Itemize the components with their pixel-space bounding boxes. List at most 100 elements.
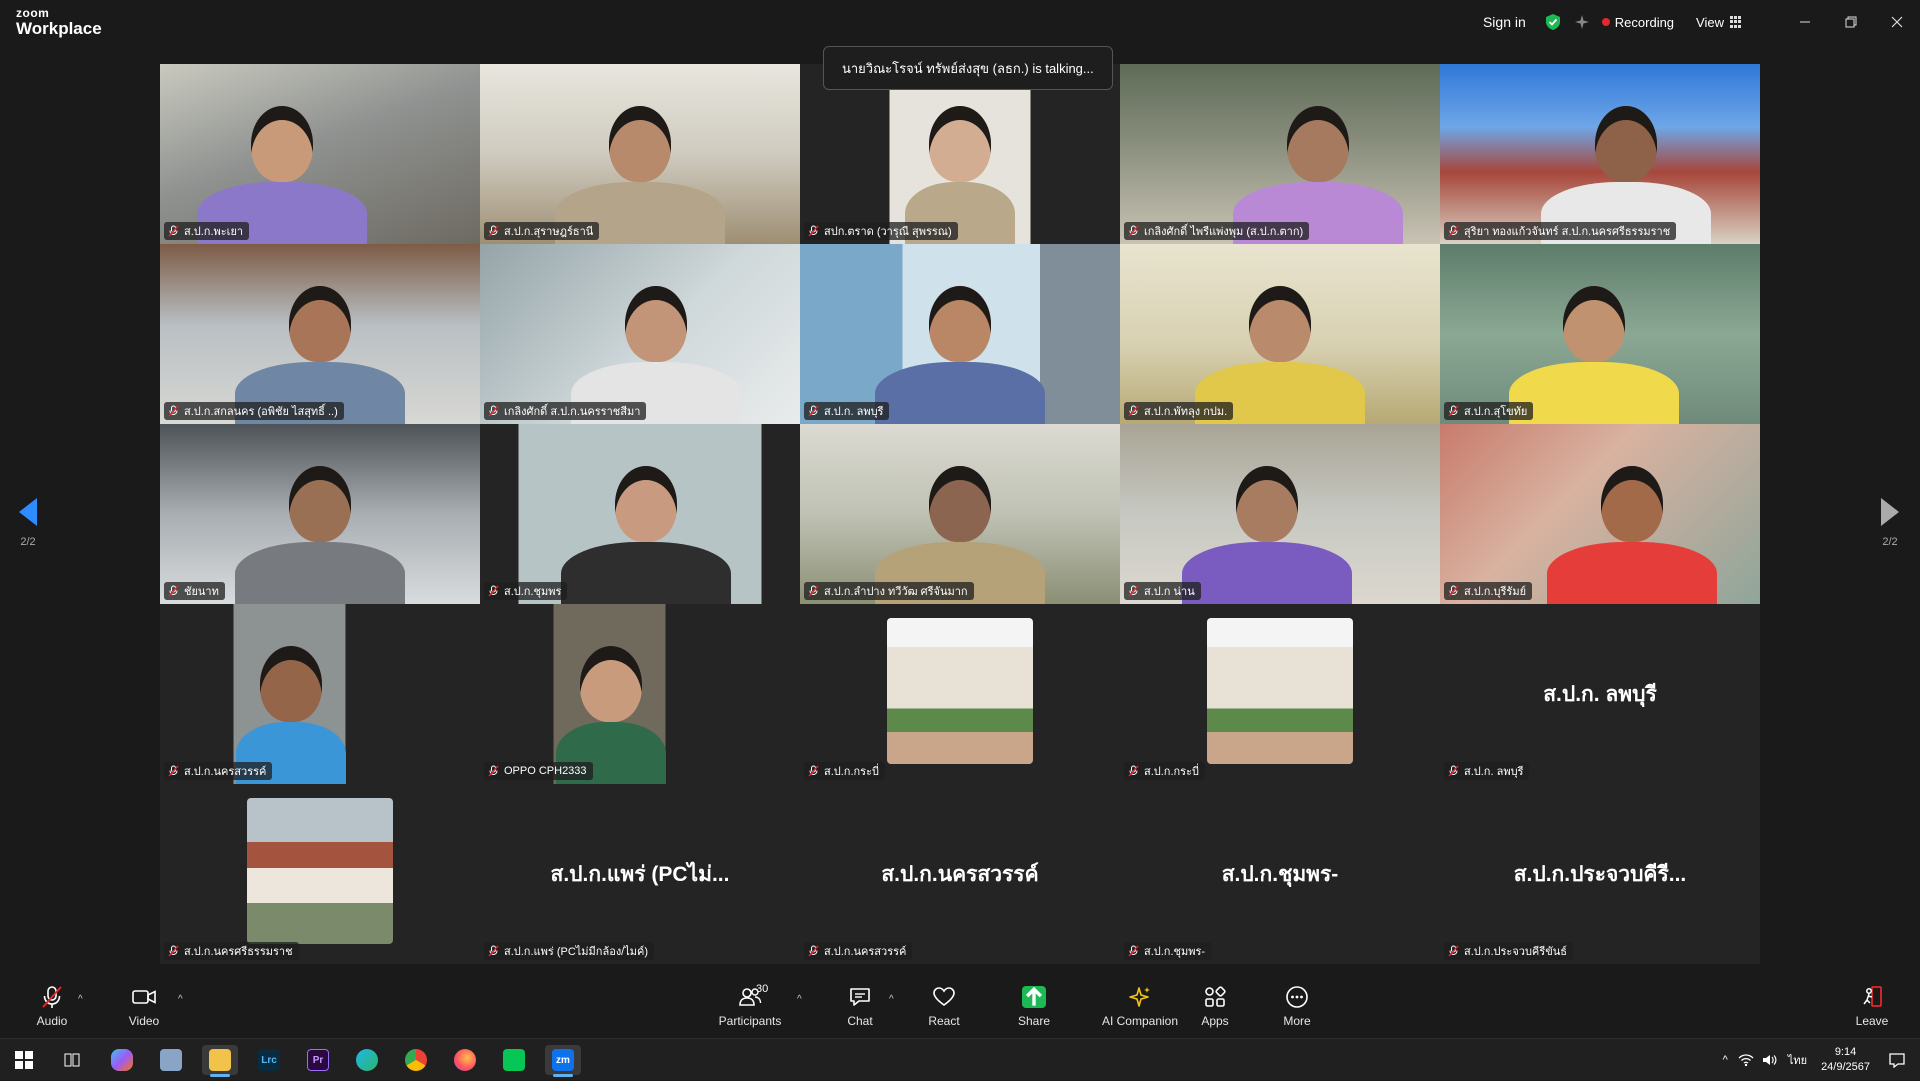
participant-body (561, 542, 732, 604)
view-button[interactable]: View (1696, 15, 1742, 30)
participant-tile[interactable]: ส.ป.ก.แพร่ (PCไม่... ส.ป.ก.แพร่ (PCไม่มีก… (480, 784, 800, 964)
participant-nameplate: ส.ป.ก.ชุมพร- (1124, 942, 1212, 960)
participant-nameplate: ส.ป.ก.นครสวรรค์ (164, 762, 273, 780)
meeting-toolbar: Audio ^ Video ^ 30 Participants ^ Chat ^ (0, 980, 1920, 1038)
input-language[interactable]: ไทย (1788, 1051, 1807, 1069)
chat-button[interactable]: Chat (820, 984, 900, 1036)
taskbar-clock[interactable]: 9:14 24/9/2567 (1821, 1045, 1870, 1075)
mic-muted-icon (1128, 225, 1139, 237)
participant-tile[interactable]: OPPO CPH2333 (480, 604, 800, 784)
video-options-caret[interactable]: ^ (178, 994, 183, 1005)
participant-face (1594, 106, 1657, 182)
participants-button[interactable]: 30 Participants (710, 983, 790, 1036)
participant-face (1287, 106, 1350, 182)
participant-video (480, 604, 800, 784)
close-window-button[interactable] (1874, 0, 1920, 44)
wifi-icon[interactable] (1738, 1053, 1754, 1067)
participant-tile[interactable]: เกลิงศักดิ์ ส.ป.ก.นครราชสีมา (480, 244, 800, 424)
taskbar-chrome[interactable] (398, 1045, 434, 1075)
taskbar-lightroom[interactable]: Lrc (251, 1045, 287, 1075)
taskbar-premiere[interactable]: Pr (300, 1045, 336, 1075)
mic-muted-icon (1128, 765, 1139, 777)
participant-tile[interactable]: ส.ป.ก.กระบี่ (1120, 604, 1440, 784)
participant-tile[interactable]: ส.ป.ก.ลำปาง ทวีวัฒ ศรีจันมาก (800, 424, 1120, 604)
share-screen-icon (1022, 986, 1046, 1008)
participant-name: ส.ป.ก.กระบี่ (824, 766, 879, 778)
photos-app-icon (160, 1049, 182, 1071)
line-app-icon (503, 1049, 525, 1071)
participant-nameplate: ส.ป.ก.สกลนคร (อพิชัย ไสสุทธิ์ ..) (164, 402, 344, 420)
windows-start-button[interactable] (6, 1045, 42, 1075)
participant-video (1440, 424, 1760, 604)
participant-tile[interactable]: ส.ป.ก.สุราษฎร์ธานี (480, 64, 800, 244)
show-hidden-icons-chevron[interactable]: ^ (1723, 1054, 1728, 1066)
taskbar-firefox[interactable] (447, 1045, 483, 1075)
share-label: Share (1017, 1014, 1051, 1028)
participant-display-name: ส.ป.ก.ชุมพร- (1221, 862, 1339, 886)
participant-tile[interactable]: ส.ป.ก.นครศรีธรรมราช (160, 784, 480, 964)
taskbar-file-explorer[interactable] (202, 1045, 238, 1077)
participant-tile[interactable]: ส.ป.ก.พัทลุง กปม. (1120, 244, 1440, 424)
notification-icon[interactable] (1888, 1052, 1906, 1068)
more-ellipsis-icon (1286, 986, 1308, 1008)
participant-tile[interactable]: ส.ป.ก.นครสวรรค์ ส.ป.ก.นครสวรรค์ (800, 784, 1120, 964)
more-button[interactable]: More (1257, 984, 1337, 1036)
taskbar-photos[interactable] (153, 1045, 189, 1075)
participant-face (615, 466, 678, 542)
mic-muted-icon (488, 765, 499, 777)
mic-muted-icon (1448, 945, 1459, 957)
participant-tile[interactable]: ส.ป.ก.ประจวบคีรี... ส.ป.ก.ประจวบคีรีขันธ์ (1440, 784, 1760, 964)
participant-tile[interactable]: ส.ป.ก. ลพบุรี ส.ป.ก. ลพบุรี (1440, 604, 1760, 784)
chat-options-caret[interactable]: ^ (889, 994, 894, 1005)
participant-tile[interactable]: ส.ป.ก.บุรีรัมย์ (1440, 424, 1760, 604)
participant-tile[interactable]: สุริยา ทองแก้วจันทร์ ส.ป.ก.นครศรีธรรมราช (1440, 64, 1760, 244)
participant-tile[interactable]: สปก.ตราด (วารุณี สุพรรณ) (800, 64, 1120, 244)
taskbar-zoom[interactable]: zm (545, 1045, 581, 1077)
participant-tile[interactable]: ส.ป.ก.พะเยา (160, 64, 480, 244)
mic-muted-icon (808, 585, 819, 597)
participant-tile[interactable]: ส.ป.ก.สกลนคร (อพิชัย ไสสุทธิ์ ..) (160, 244, 480, 424)
participant-tile[interactable]: ส.ป.ก.กระบี่ (800, 604, 1120, 784)
participants-options-caret[interactable]: ^ (797, 994, 802, 1005)
volume-icon[interactable] (1762, 1053, 1778, 1067)
share-button[interactable]: Share (994, 984, 1074, 1036)
participant-tile[interactable]: ส.ป.ก น่าน (1120, 424, 1440, 604)
ai-companion-sparkle-icon (1129, 987, 1150, 1007)
participant-tile[interactable]: ส.ป.ก. ลพบุรี (800, 244, 1120, 424)
minimize-button[interactable] (1782, 0, 1828, 44)
sign-in-link[interactable]: Sign in (1483, 14, 1526, 30)
next-page-control[interactable]: 2/2 (1870, 498, 1910, 548)
taskbar-edge[interactable] (349, 1045, 385, 1075)
heart-react-icon (933, 987, 955, 1006)
participant-nameplate: ส.ป.ก. ลพบุรี (804, 402, 890, 420)
participant-face (260, 646, 323, 722)
restore-button[interactable] (1828, 0, 1874, 44)
encryption-shield-icon[interactable] (1544, 13, 1562, 31)
participant-tile[interactable]: ส.ป.ก.สุโขทัย (1440, 244, 1760, 424)
react-button[interactable]: React (904, 984, 984, 1036)
ai-sparkle-icon[interactable] (1574, 14, 1590, 30)
system-tray: ^ ไทย 9:14 24/9/2567 (1717, 1039, 1920, 1081)
title-bar: zoom Workplace Sign in Recording View (0, 0, 1920, 44)
participant-video (1440, 244, 1760, 424)
participant-face (1562, 286, 1625, 362)
leave-button[interactable]: Leave (1832, 984, 1912, 1036)
previous-page-control[interactable]: 2/2 (8, 498, 48, 548)
close-icon (1891, 16, 1903, 28)
video-button[interactable]: Video (104, 984, 184, 1036)
taskbar-line[interactable] (496, 1045, 532, 1075)
audio-button[interactable]: Audio (12, 984, 92, 1036)
participant-body (1547, 542, 1717, 604)
participant-tile[interactable]: ส.ป.ก.นครสวรรค์ (160, 604, 480, 784)
recording-indicator[interactable]: Recording (1601, 15, 1674, 30)
participant-tile[interactable]: ส.ป.ก.ชุมพร- ส.ป.ก.ชุมพร- (1120, 784, 1440, 964)
audio-options-caret[interactable]: ^ (78, 994, 83, 1005)
participant-video (1440, 64, 1760, 244)
participant-tile[interactable]: ส.ป.ก.ชุมพร (480, 424, 800, 604)
participant-tile[interactable]: เกลิงศักดิ์ ไพรีแพ่งพุม (ส.ป.ก.ตาก) (1120, 64, 1440, 244)
task-view-button[interactable] (54, 1045, 90, 1075)
apps-button[interactable]: Apps (1175, 984, 1255, 1036)
taskbar-copilot[interactable] (104, 1045, 140, 1075)
participant-tile[interactable]: ชัยนาท (160, 424, 480, 604)
clock-time: 9:14 (1834, 1046, 1857, 1058)
